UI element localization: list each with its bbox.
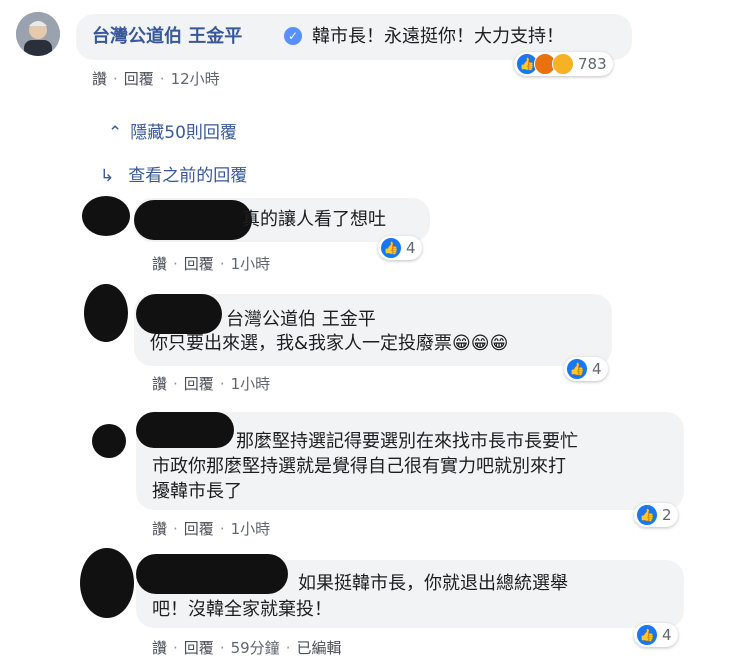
timestamp[interactable]: 1小時 (231, 255, 271, 273)
reply-link[interactable]: 回覆 (184, 639, 214, 657)
edited-link[interactable]: 已編輯 (296, 639, 341, 657)
like-icon: 👍 (636, 504, 658, 526)
comment-text: 市政你那麼堅持選就是覺得自己很有實力吧就別來打 (152, 456, 566, 477)
redacted-author-name (136, 294, 222, 334)
reaction-summary[interactable]: 👍 783 (514, 52, 613, 76)
reaction-count: 4 (406, 239, 416, 257)
avatar[interactable] (16, 12, 60, 56)
separator: · (173, 255, 178, 273)
like-link[interactable]: 讚 (152, 255, 167, 273)
reply-link[interactable]: 回覆 (124, 70, 154, 88)
like-link[interactable]: 讚 (152, 375, 167, 393)
reply-link[interactable]: 回覆 (184, 375, 214, 393)
comment-actions: 讚 · 回覆 · 12小時 (92, 68, 220, 89)
chevron-up-icon: ⌃ (108, 123, 123, 143)
reaction-count: 4 (662, 626, 672, 644)
haha-icon (552, 53, 574, 75)
like-link[interactable]: 讚 (92, 70, 107, 88)
avatar[interactable] (80, 548, 134, 618)
separator: · (219, 375, 225, 393)
comment-text: 你只要出來選，我&我家人一定投廢票😁😁😁 (150, 333, 509, 354)
separator: · (285, 639, 291, 657)
reaction-summary[interactable]: 👍 4 (634, 623, 678, 647)
reaction-count: 2 (662, 506, 672, 524)
comment-text: 那麼堅持選記得要選別在來找市長市長要忙 (236, 431, 578, 452)
timestamp[interactable]: 12小時 (171, 70, 220, 88)
reply-bubble: 那麼堅持選記得要選別在來找市長市長要忙 市政你那麼堅持選就是覺得自己很有實力吧就… (136, 412, 684, 510)
comment-text: 韓市長！永遠挺你！大力支持！ (312, 26, 564, 47)
comment-author[interactable]: 台灣公道伯 王金平 (92, 25, 242, 49)
mention-link[interactable]: 台灣公道伯 王金平 (226, 308, 376, 332)
separator: · (219, 639, 225, 657)
like-icon: 👍 (566, 358, 588, 380)
comment-actions: 讚 · 回覆 · 1小時 (152, 373, 270, 394)
reply-bubble: 真的讓人看了想吐 (134, 198, 430, 242)
separator: · (173, 375, 178, 393)
avatar[interactable] (92, 424, 126, 458)
separator: · (219, 520, 225, 538)
comment-actions: 讚 · 回覆 · 1小時 (152, 253, 270, 274)
comment-text: 真的讓人看了想吐 (242, 209, 386, 230)
timestamp[interactable]: 1小時 (231, 520, 271, 538)
reaction-count: 783 (578, 55, 607, 73)
reaction-summary[interactable]: 👍 4 (378, 236, 422, 260)
redacted-author-name (136, 554, 288, 594)
avatar[interactable] (84, 284, 128, 342)
view-previous-label: 查看之前的回覆 (128, 166, 248, 186)
redacted-author-name (136, 412, 234, 448)
reaction-summary[interactable]: 👍 2 (634, 503, 678, 527)
comment-text: 如果挺韓市長，你就退出總統選舉 (298, 573, 568, 594)
profile-photo-icon (16, 12, 60, 56)
verified-badge-icon: ✓ (284, 27, 302, 45)
reaction-summary[interactable]: 👍 4 (564, 357, 608, 381)
reply-bubble: 如果挺韓市長，你就退出總統選舉 吧！沒韓全家就棄投！ (136, 554, 684, 628)
hide-replies-link[interactable]: ⌃ 隱藏50則回覆 (108, 118, 237, 143)
view-previous-replies-link[interactable]: ↳ 查看之前的回覆 (100, 161, 247, 186)
comment-text: 吧！沒韓全家就棄投！ (152, 599, 332, 620)
separator: · (113, 70, 118, 88)
avatar[interactable] (82, 196, 130, 236)
like-icon: 👍 (380, 237, 402, 259)
reaction-count: 4 (592, 360, 602, 378)
separator: · (173, 639, 178, 657)
reply-bubble: 台灣公道伯 王金平 你只要出來選，我&我家人一定投廢票😁😁😁 (134, 294, 612, 366)
like-link[interactable]: 讚 (152, 520, 167, 538)
like-link[interactable]: 讚 (152, 639, 167, 657)
like-icon: 👍 (636, 624, 658, 646)
comment-actions: 讚 · 回覆 · 1小時 (152, 518, 270, 539)
reply-link[interactable]: 回覆 (184, 520, 214, 538)
comment-text: 擾韓市長了 (152, 481, 242, 502)
comment-actions: 讚 · 回覆 · 59分鐘 · 已編輯 (152, 637, 341, 658)
timestamp[interactable]: 1小時 (231, 375, 271, 393)
separator: · (219, 255, 225, 273)
redacted-author-name (134, 200, 252, 240)
separator: · (159, 70, 165, 88)
timestamp[interactable]: 59分鐘 (231, 639, 280, 657)
reply-link[interactable]: 回覆 (184, 255, 214, 273)
reply-arrow-icon: ↳ (100, 166, 115, 186)
hide-replies-label: 隱藏50則回覆 (130, 123, 237, 143)
separator: · (173, 520, 178, 538)
